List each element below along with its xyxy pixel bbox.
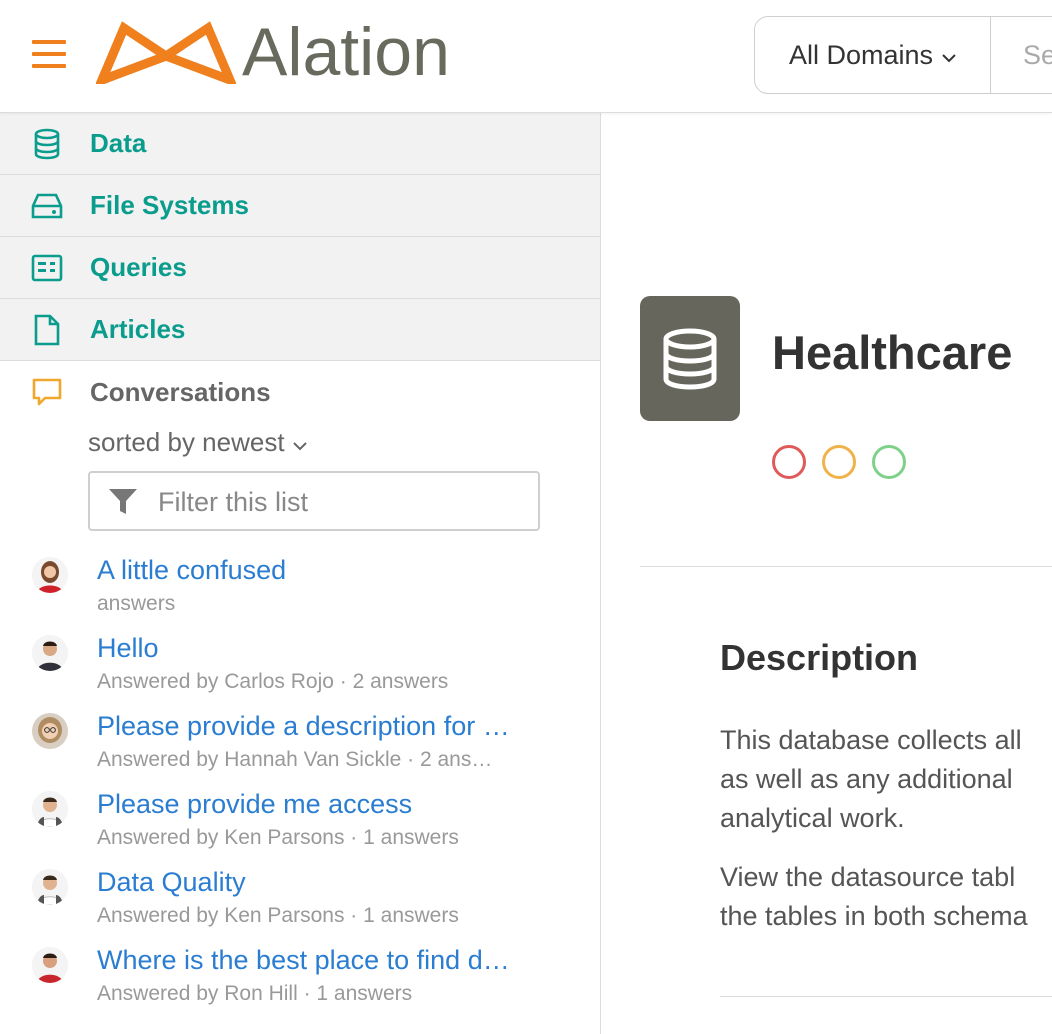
chevron-down-icon	[292, 427, 307, 458]
domain-select[interactable]: All Domains	[755, 17, 991, 93]
description-paragraph: View the datasource tabl the tables in b…	[720, 862, 1028, 931]
filter-funnel-icon	[108, 487, 138, 522]
divider	[640, 566, 1052, 567]
conversation-title[interactable]: Please provide a description for this ta…	[97, 709, 517, 743]
conversation-subtitle: Answered by Carlos Rojo · 2 answers	[97, 670, 449, 693]
status-circle-green[interactable]	[872, 445, 906, 479]
list-item[interactable]: Data Quality Answered by Ken Parsons · 1…	[0, 865, 600, 943]
domain-select-label: All Domains	[789, 39, 934, 70]
sort-label: sorted by newest	[88, 427, 285, 457]
conversations-label: Conversations	[90, 376, 271, 407]
hamburger-menu-icon[interactable]	[32, 40, 66, 68]
top-header: Alation All Domains	[0, 0, 1052, 113]
logo-bowtie-icon	[96, 21, 236, 84]
sidebar-item-data[interactable]: Data	[0, 113, 600, 175]
left-sidebar: Data File Systems Queries Articles Conve…	[0, 113, 601, 1034]
conversation-title[interactable]: Please provide me access	[97, 787, 517, 821]
conversation-subtitle: Answered by Ken Parsons · 1 answers	[97, 904, 459, 927]
page-title: Healthcare	[772, 326, 1013, 379]
sidebar-item-label: File Systems	[90, 190, 249, 220]
conversation-title[interactable]: Where is the best place to find data	[97, 943, 517, 977]
avatar	[32, 869, 68, 905]
sidebar-item-label: Queries	[90, 252, 187, 282]
document-icon	[30, 313, 64, 347]
conversation-subtitle: Answered by Ken Parsons · 1 answers	[97, 826, 459, 849]
query-icon	[30, 251, 64, 285]
description-heading: Description	[720, 637, 919, 678]
conversation-title[interactable]: Data Quality	[97, 865, 517, 899]
sort-dropdown[interactable]: sorted by newest	[88, 427, 307, 458]
conversation-title[interactable]: Hello	[97, 631, 517, 665]
conversation-list: A little confused answers Hello Answered…	[0, 553, 600, 1021]
sidebar-item-articles[interactable]: Articles	[0, 299, 600, 361]
database-icon	[30, 127, 64, 161]
conversation-subtitle: Answered by Hannah Van Sickle · 2 answer…	[97, 748, 507, 771]
conversation-subtitle: Answered by Ron Hill · 1 answers	[97, 982, 413, 1005]
list-item[interactable]: A little confused answers	[0, 553, 600, 631]
list-item[interactable]: Where is the best place to find data Ans…	[0, 943, 600, 1021]
search-input[interactable]	[1005, 35, 1052, 75]
avatar	[32, 557, 68, 593]
chat-bubble-icon	[30, 375, 64, 409]
database-icon	[663, 328, 717, 390]
sidebar-item-file-systems[interactable]: File Systems	[0, 175, 600, 237]
status-circle-red[interactable]	[772, 445, 806, 479]
sidebar-item-label: Data	[90, 128, 147, 158]
logo-text: Alation	[242, 14, 450, 90]
list-item[interactable]: Hello Answered by Carlos Rojo · 2 answer…	[0, 631, 600, 709]
conversation-subtitle: answers	[97, 592, 176, 615]
avatar	[32, 947, 68, 983]
list-item[interactable]: Please provide me access Answered by Ken…	[0, 787, 600, 865]
description-paragraph: This database collects all as well as an…	[720, 725, 1022, 833]
alation-logo[interactable]: Alation	[96, 14, 450, 90]
avatar	[32, 635, 68, 671]
sidebar-item-label: Articles	[90, 314, 186, 344]
trust-flags	[772, 445, 906, 479]
search-bar: All Domains	[754, 16, 1052, 94]
conversation-title[interactable]: A little confused	[97, 553, 517, 587]
list-item[interactable]: Please provide a description for this ta…	[0, 709, 600, 787]
main-content: Healthcare Description This database col…	[601, 113, 1052, 1034]
divider	[720, 996, 1052, 997]
status-circle-yellow[interactable]	[822, 445, 856, 479]
filter-box	[88, 471, 540, 531]
datasource-tile	[640, 296, 740, 421]
filter-input[interactable]	[156, 483, 520, 521]
avatar	[32, 791, 68, 827]
sidebar-item-queries[interactable]: Queries	[0, 237, 600, 299]
conversations-header[interactable]: Conversations	[0, 361, 600, 423]
chevron-down-icon	[941, 40, 957, 71]
drive-icon	[30, 189, 64, 223]
avatar	[32, 713, 68, 749]
description-text: This database collects all as well as an…	[720, 721, 1052, 956]
